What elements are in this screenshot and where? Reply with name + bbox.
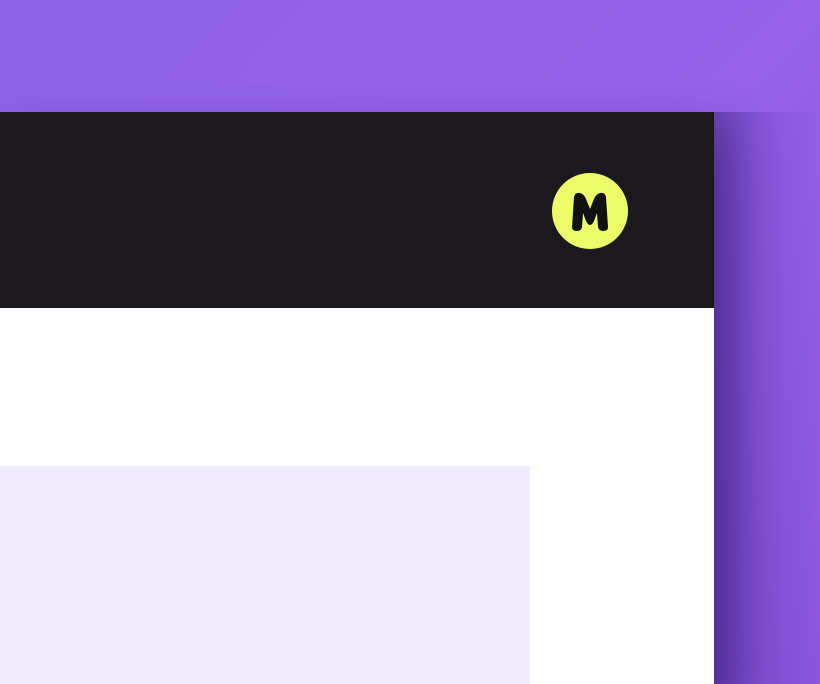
- app-window: [0, 112, 714, 684]
- user-avatar[interactable]: [552, 173, 628, 249]
- header-bar: [0, 112, 714, 308]
- main-content: [0, 308, 714, 684]
- letter-m-logo-icon: [572, 192, 608, 231]
- content-card: [0, 466, 530, 684]
- background-shadow: [714, 112, 820, 684]
